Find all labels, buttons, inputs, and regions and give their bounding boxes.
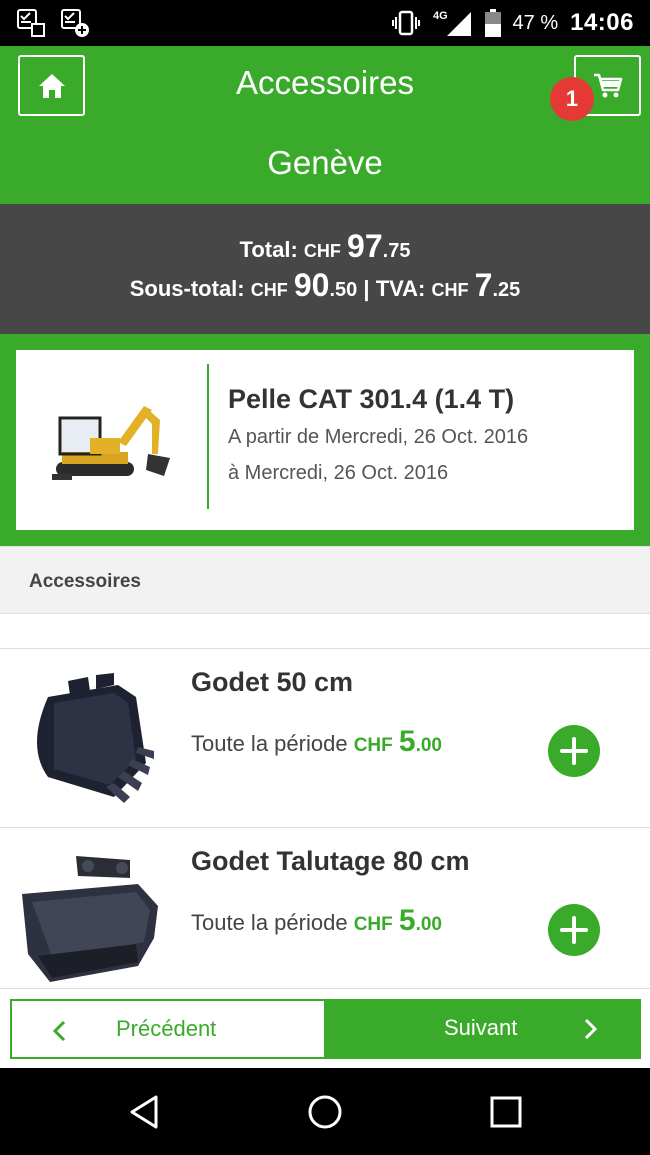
item-period: Toute la période [191,910,348,935]
item-price-dec: .00 [415,735,442,756]
tva-label: TVA: [375,276,426,301]
subtotal-currency: CHF [250,280,288,300]
item-price-int: 5 [398,904,416,937]
chevron-left-icon [52,1020,66,1042]
accessory-item: Godet Talutage 80 cm Toute la période CH… [0,827,650,1005]
battery-icon [484,9,501,37]
item-price-int: 5 [398,725,416,758]
item-name: Godet Talutage 80 cm [191,846,470,876]
next-button[interactable]: Suivant [326,999,641,1059]
plus-icon [560,737,588,765]
cart-icon [593,73,622,97]
total-dec: .75 [382,240,411,262]
next-label: Suivant [444,1015,518,1040]
notification-add-icon [61,9,89,37]
accessory-item: Godet 50 cm Toute la période CHF 5.00 [0,648,650,826]
item-period: Toute la période [191,731,348,756]
tva-int: 7 [474,267,493,303]
machine-card[interactable]: Pelle CAT 301.4 (1.4 T) A partir de Merc… [16,350,634,530]
item-price: Toute la période CHF 5.00 [191,725,442,759]
status-indicators: 4G 47 % 14:06 [391,8,634,38]
totals-separator: | [363,276,370,301]
subtotal-line: Sous-total: CHF 90.50 | TVA: CHF 7.25 [0,267,650,304]
notification-icons [16,8,90,38]
android-nav-bar [0,1068,650,1155]
total-line: Total: CHF 97.75 [0,228,650,265]
plus-icon [560,916,588,944]
previous-label: Précédent [116,1016,217,1041]
add-accessory-button[interactable] [548,725,600,777]
network-type: 4G [433,10,448,22]
recents-icon[interactable] [486,1092,526,1132]
clock: 14:06 [570,9,634,36]
notification-tasks-icon [17,9,45,37]
machine-name: Pelle CAT 301.4 (1.4 T) [228,384,515,414]
total-int: 97 [347,228,383,264]
battery-percent: 47 % [512,11,559,34]
wizard-navigation: Précédent Suivant [0,988,650,1068]
item-currency: CHF [353,914,393,935]
vibrate-icon [391,10,420,36]
subtotal-dec: .50 [329,279,358,301]
accessories-section-header: Accessoires [0,546,650,614]
back-icon[interactable] [124,1092,164,1132]
status-bar: 4G 47 % 14:06 [0,0,650,46]
signal-icon: 4G [433,10,471,36]
excavator-image [52,406,170,480]
total-label: Total: [239,237,298,262]
subtotal-int: 90 [293,267,330,303]
app-header: Accessoires 1 Genève [0,46,650,204]
previous-button[interactable]: Précédent [10,999,326,1059]
item-price: Toute la période CHF 5.00 [191,904,442,938]
chevron-right-icon [584,1018,598,1040]
subtotal-label: Sous-total: [129,276,245,301]
city-label: Genève [267,144,383,181]
item-currency: CHF [353,735,393,756]
machine-end-date: à Mercredi, 26 Oct. 2016 [228,462,449,484]
item-name: Godet 50 cm [191,667,354,697]
totals-panel: Total: CHF 97.75 Sous-total: CHF 90.50 |… [0,204,650,334]
add-accessory-button[interactable] [548,904,600,956]
bucket-image [37,673,154,803]
grading-bucket-image [22,856,158,982]
section-title: Accessoires [29,571,141,592]
item-price-dec: .00 [415,914,442,935]
total-currency: CHF [303,241,341,261]
machine-start-date: A partir de Mercredi, 26 Oct. 2016 [228,426,529,448]
tva-currency: CHF [431,280,469,300]
home-circle-icon[interactable] [305,1092,345,1132]
cart-count-badge: 1 [550,77,594,121]
tva-dec: .25 [492,279,521,301]
machine-section: Pelle CAT 301.4 (1.4 T) A partir de Merc… [0,334,650,546]
machine-divider [207,364,209,509]
